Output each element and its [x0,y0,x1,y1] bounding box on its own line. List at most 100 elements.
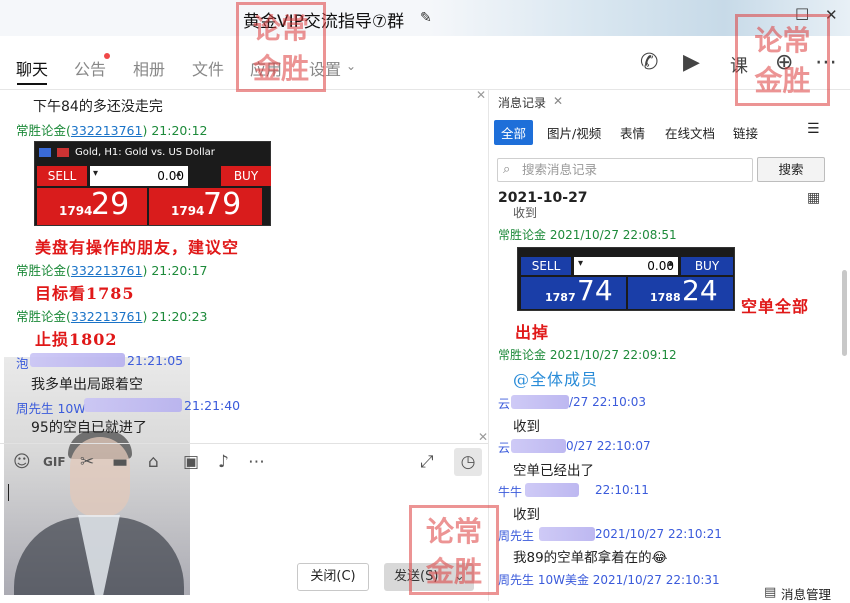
redacted-name [539,527,595,541]
filter-emoji[interactable]: 表情 [620,123,645,142]
mention-all: @全体成员 [513,370,599,389]
filter-settings-icon[interactable]: ☰ [807,121,820,137]
message-sender: 周先生 10W [16,401,86,416]
watermark-stamp: 论常 金胜 [409,505,499,595]
chevron-down-icon[interactable]: ⌄ [346,59,356,73]
message-sender: 牛牛 [498,485,523,499]
manage-icon[interactable]: ▤ [764,585,776,600]
message-sender: 云 [498,441,511,455]
message-text: 下午84的多还没走完 [33,99,163,115]
message-text: 我89的空单都拿着在的😂 [513,550,668,566]
message-text: 出掉 [515,323,550,342]
trading-widget: Gold, H1: Gold vs. US Dollar SELL 0.00 ▾… [34,141,271,226]
redacted-name [30,353,125,367]
redacted-name [511,439,566,453]
shake-icon[interactable]: ⌂ [148,452,159,472]
emoji-icon[interactable]: ☺ [13,452,31,472]
message-sender: 云 [498,397,511,411]
edit-title-icon[interactable]: ✎ [420,10,432,26]
lots-field: 0.00 [90,166,188,186]
calendar-icon[interactable]: ▦ [807,190,820,206]
tab-album[interactable]: 相册 [133,56,165,80]
widget-header: Gold, H1: Gold vs. US Dollar [75,147,215,158]
more-tools-icon[interactable]: ⋯ [248,452,265,472]
expand-icon[interactable]: ⤢ [420,452,434,472]
phone-icon[interactable]: ✆ [640,50,658,75]
history-scrollbar[interactable] [842,270,847,356]
gif-icon[interactable]: GIF [43,455,66,469]
message-sender: 常胜论金 2021/10/27 22:08:51 [498,228,677,242]
history-search-button[interactable]: 搜索 [757,157,825,182]
redacted-name [511,395,569,409]
filter-links[interactable]: 链接 [733,123,758,142]
message-sender: 常胜论金(332213761) 21:20:17 [16,263,208,278]
sell-button: SELL [37,166,87,186]
history-date: 2021-10-27 [498,190,588,206]
redacted-name [84,398,182,412]
message-manager-button[interactable]: 消息管理 [781,584,831,603]
video-call-icon[interactable]: ▶ [683,50,700,75]
tab-chat[interactable]: 聊天 [16,56,48,80]
group-nav-bar: 聊天 公告 相册 文件 应用 设置 ⌄ ✆ ▶ 课 ⊕ ⋯ [0,36,850,90]
message-text: 止损1802 [35,330,118,349]
history-tab[interactable]: 消息记录 [498,94,546,111]
message-sender: 常胜论金 2021/10/27 22:09:12 [498,348,677,362]
message-time: 22:10:11 [595,483,649,497]
message-text: 收到 [513,507,540,523]
filter-all[interactable]: 全部 [494,120,534,145]
collapse-icon[interactable]: ✕ [476,90,486,102]
input-toolbar: ✕ ☺ GIF ✂ ▬ ⌂ ▣ ♪ ⋯ ⤢ ◷ [0,430,488,481]
folder-icon[interactable]: ▬ [112,452,128,472]
message-sender: 常胜论金(332213761) 21:20:12 [16,123,208,138]
redacted-name [525,483,579,497]
screenshot-icon[interactable]: ✂ [80,452,94,472]
message-text: 空单已经出了 [513,463,594,479]
message-time: 0/27 22:10:07 [566,439,651,453]
mute-icon[interactable]: ♪ [218,452,229,472]
active-tab-underline [17,83,47,85]
message-text: 空单全部 [741,297,810,316]
message-text: 目标看1785 [35,284,135,303]
history-clock-icon[interactable]: ◷ [454,448,482,476]
message-sender: 周先生 10W美金 2021/10/27 22:10:31 [498,573,720,587]
unread-dot [104,53,110,59]
message-time: 21:21:40 [184,398,241,413]
sell-button: SELL [521,257,571,275]
ask-price: 1788 24 [628,274,733,309]
trading-widget: SELL 0.00 ▾ ▴ BUY 1787 74 1788 24 [517,247,735,311]
collapse-icon[interactable]: ✕ [478,430,488,444]
message-time: /27 22:10:03 [569,395,647,409]
lots-down-icon: ▾ [93,168,99,179]
ask-price: 1794 79 [149,187,262,225]
message-time: 21:21:05 [127,353,184,368]
tab-announcement[interactable]: 公告 [74,56,106,80]
message-text: 我多单出局跟着空 [31,377,143,393]
message-text: 美盘有操作的朋友，建议空 [35,238,240,257]
image-icon[interactable]: ▣ [183,452,199,472]
close-button[interactable]: 关闭(C) [297,563,369,591]
sender-qq-link[interactable]: 332213761 [71,123,143,138]
watermark-stamp: 论常 金胜 [735,14,830,106]
message-time: 2021/10/27 22:10:21 [595,527,722,541]
lots-up-icon: ▴ [176,168,182,179]
text-caret [8,484,9,501]
message-text: 收到 [513,206,538,220]
bid-price: 1787 74 [521,274,626,309]
filter-docs[interactable]: 在线文档 [665,123,715,142]
bid-price: 1794 29 [37,187,147,225]
filter-media[interactable]: 图片/视频 [547,123,601,142]
message-text: 95的空自已就进了 [31,420,147,436]
message-sender: 泡 [16,356,29,371]
sender-qq-link[interactable]: 332213761 [71,309,143,324]
tab-files[interactable]: 文件 [192,56,224,80]
sender-qq-link[interactable]: 332213761 [71,263,143,278]
buy-button: BUY [681,257,733,275]
title-bar: 黄金VIP交流指导⑦群 ✎ □ ✕ [0,0,850,36]
message-text: 收到 [513,419,540,435]
history-search-input[interactable]: 搜索消息记录 [497,158,753,182]
close-history-icon[interactable]: ✕ [553,94,563,108]
lots-up-icon: ▴ [668,258,674,269]
message-history-panel: 消息记录 ✕ 全部 图片/视频 表情 在线文档 链接 ☰ ⌕ 搜索消息记录 搜索… [489,90,850,601]
lots-field: 0.00 [574,257,678,275]
buy-button: BUY [221,166,271,186]
